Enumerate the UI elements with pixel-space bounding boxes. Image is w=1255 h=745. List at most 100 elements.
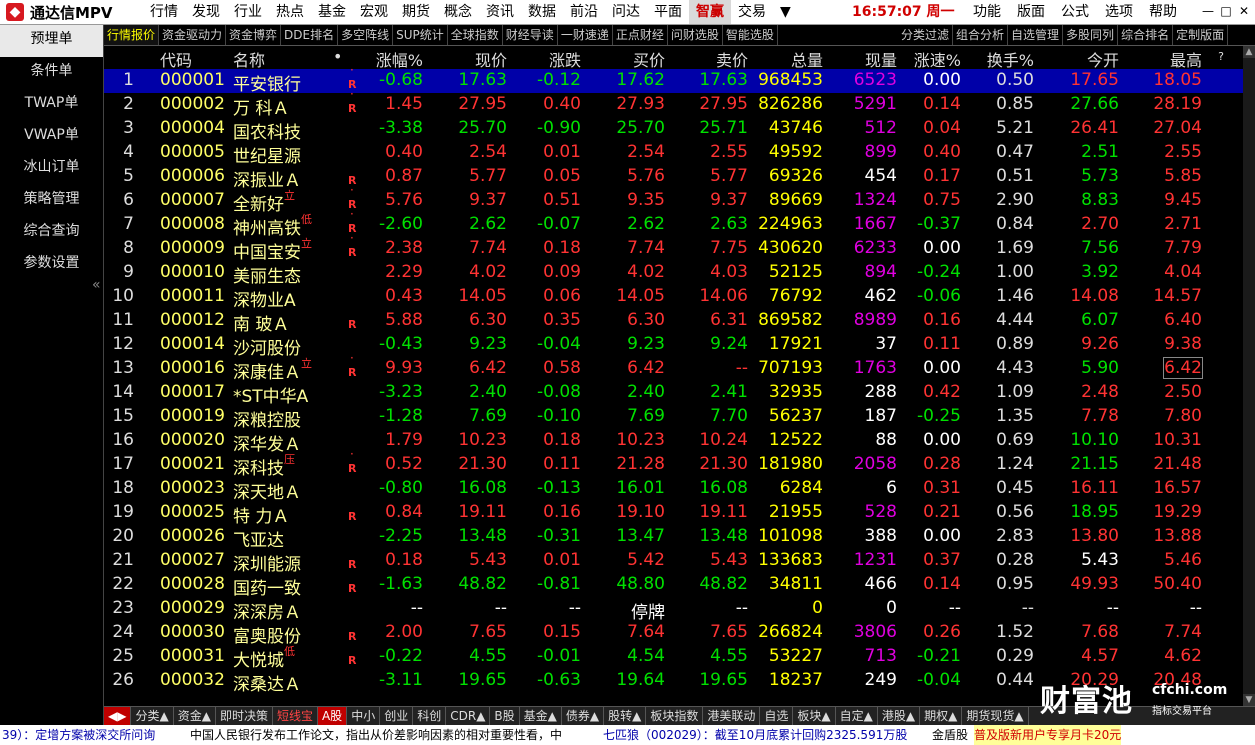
table-row[interactable]: 25 000031 大悦城低 R -0.22 4.55 -0.01 4.54 4.55 53227… xyxy=(104,645,1254,671)
sidebar-item-3[interactable]: VWAP单 xyxy=(0,121,103,153)
bottom-tab-1[interactable]: 分类▲ xyxy=(131,707,174,725)
tool-tab-4[interactable]: 综合排名 xyxy=(1118,25,1174,45)
menu-item-1[interactable]: 发现 xyxy=(185,0,227,24)
table-row[interactable]: 1 000001 平安银行 · R -0.68 17.63 -0.12 17.62 17.63 96… xyxy=(104,63,1254,95)
scroll-down-icon[interactable]: ▼ xyxy=(1243,694,1255,706)
collapse-icon[interactable]: « xyxy=(92,277,101,293)
sidebar-item-7[interactable]: 参数设置 xyxy=(0,249,103,281)
table-row[interactable]: 13 000016 深康佳Ａ 立 · R 9.93 6.42 0.58 6.42 -- 707193 1… xyxy=(104,351,1254,383)
sidebar-item-4[interactable]: 冰山订单 xyxy=(0,153,103,185)
bottom-tab-4[interactable]: 短线宝 xyxy=(273,707,318,725)
menu-item-2[interactable]: 行业 xyxy=(227,0,269,24)
sidebar-item-1[interactable]: 条件单 xyxy=(0,57,103,89)
table-row[interactable]: 4 000005 世纪星源 0.40 2.54 0.01 2.54 2.55 49592 899 0… xyxy=(104,141,1254,167)
menu-item-14[interactable]: 交易 xyxy=(731,0,773,24)
right-menu-item-2[interactable]: 公式 xyxy=(1053,0,1097,24)
ticker-item[interactable]: 七匹狼（002029）：截至10月底累计回购2325.591万股 xyxy=(603,725,907,745)
bottom-tab-11[interactable]: 基金▲ xyxy=(520,707,562,725)
tab-11[interactable]: 智能选股 xyxy=(723,25,778,45)
table-row[interactable]: 19 000025 特 力Ａ R 0.84 19.11 0.16 19.10 19.11 2195… xyxy=(104,501,1254,527)
menu-item-7[interactable]: 概念 xyxy=(437,0,479,24)
table-row[interactable]: 15 000019 深粮控股 -1.28 7.69 -0.10 7.69 7.70 56237 1… xyxy=(104,405,1254,431)
bottom-tab-14[interactable]: 板块指数 xyxy=(646,707,704,725)
table-row[interactable]: 21 000027 深圳能源 R 0.18 5.43 0.01 5.42 5.43 133683 1… xyxy=(104,549,1254,575)
bottom-tab-9[interactable]: CDR▲ xyxy=(446,707,491,725)
tool-tab-3[interactable]: 多股同列 xyxy=(1063,25,1119,45)
menu-item-11[interactable]: 问达 xyxy=(605,0,647,24)
table-row[interactable]: 12 000014 沙河股份 -0.43 9.23 -0.04 9.23 9.24 17921 3… xyxy=(104,333,1254,359)
column-header-11[interactable]: 换手% xyxy=(987,47,1034,71)
tab-1[interactable]: 资金驱动力 xyxy=(159,25,227,45)
vertical-scrollbar[interactable]: ▲ ▼ xyxy=(1243,46,1255,706)
bottom-tab-8[interactable]: 科创 xyxy=(413,707,447,725)
table-row[interactable]: 11 000012 南 玻Ａ R 5.88 6.30 0.35 6.30 6.31 869582 8… xyxy=(104,309,1254,335)
tab-9[interactable]: 正点财经 xyxy=(613,25,668,45)
table-row[interactable]: 2 000002 万 科Ａ · R 1.45 27.95 0.40 27.93 27.95 8262… xyxy=(104,87,1254,119)
column-header-6[interactable]: 买价 xyxy=(633,47,665,71)
table-row[interactable]: 18 000023 深天地Ａ -0.80 16.08 -0.13 16.01 16.08 628… xyxy=(104,477,1254,503)
menu-item-0[interactable]: 行情 xyxy=(143,0,185,24)
right-menu-item-0[interactable]: 功能 xyxy=(965,0,1009,24)
ticker-item[interactable]: 39）：定增方案被深交所问询 xyxy=(2,725,155,745)
promo-banner[interactable]: 普及版新用户专享月卡20元 xyxy=(974,725,1122,745)
tab-5[interactable]: SUP统计 xyxy=(393,25,448,45)
column-header-2[interactable]: • xyxy=(333,47,342,66)
column-header-9[interactable]: 现量 xyxy=(865,47,897,71)
tab-4[interactable]: 多空阵线 xyxy=(338,25,394,45)
ticker-item[interactable]: 中国人民银行发布工作论文，指出从价差影响因素的相对重要性看，中 xyxy=(190,725,562,745)
table-row[interactable]: 6 000007 全新好立 · R 5.76 9.37 0.51 9.35 9.37 89669 13… xyxy=(104,183,1254,215)
table-row[interactable]: 16 000020 深华发Ａ 1.79 10.23 0.18 10.23 10.24 12522… xyxy=(104,429,1254,455)
bottom-tab-10[interactable]: B股 xyxy=(490,707,520,725)
tab-2[interactable]: 资金博弈 xyxy=(226,25,282,45)
table-row[interactable]: 9 000010 美丽生态 2.29 4.02 0.09 4.02 4.03 52125 894-… xyxy=(104,261,1254,287)
menu-item-12[interactable]: 平面 xyxy=(647,0,689,24)
menu-item-10[interactable]: 前沿 xyxy=(563,0,605,24)
column-header-8[interactable]: 总量 xyxy=(791,47,823,71)
table-row[interactable]: 20 000026 飞亚达 -2.25 13.48 -0.31 13.47 13.48 1010… xyxy=(104,525,1254,551)
sidebar-item-0[interactable]: 预埋单 xyxy=(0,25,103,57)
tool-tab-0[interactable]: 分类过滤 xyxy=(898,25,954,45)
menu-item-4[interactable]: 基金 xyxy=(311,0,353,24)
table-row[interactable]: 24 000030 富奥股份 R 2.00 7.65 0.15 7.64 7.65 266824 3… xyxy=(104,621,1254,647)
bottom-tab-19[interactable]: 港股▲ xyxy=(878,707,921,725)
bottom-tab-21[interactable]: 期货现货▲ xyxy=(962,707,1029,725)
menu-item-3[interactable]: 热点 xyxy=(269,0,311,24)
bottom-tab-0[interactable]: ◀▶ xyxy=(104,707,132,725)
table-row[interactable]: 22 000028 国药一致 R -1.63 48.82 -0.81 48.80 48.82 34… xyxy=(104,573,1254,599)
bottom-tab-15[interactable]: 港美联动 xyxy=(703,707,761,725)
tab-8[interactable]: 一财速递 xyxy=(558,25,613,45)
column-header-4[interactable]: 现价 xyxy=(475,47,507,71)
bottom-tab-3[interactable]: 即时决策 xyxy=(216,707,273,725)
column-header-7[interactable]: 卖价 xyxy=(716,47,748,71)
right-menu-item-4[interactable]: 帮助 xyxy=(1141,0,1185,24)
column-header-1[interactable]: 名称 xyxy=(233,47,265,71)
tool-tab-1[interactable]: 组合分析 xyxy=(953,25,1009,45)
table-row[interactable]: 10 000011 深物业A 0.43 14.05 0.06 14.05 14.06 76792… xyxy=(104,285,1254,311)
bottom-tab-16[interactable]: 自选 xyxy=(760,707,794,725)
close-icon[interactable]: ✕ xyxy=(1237,3,1251,19)
table-row[interactable]: 14 000017 *ST中华A -3.23 2.40 -0.08 2.40 2.41 3293… xyxy=(104,381,1254,407)
column-header-13[interactable]: 最高 xyxy=(1170,47,1202,71)
bottom-tab-18[interactable]: 自定▲ xyxy=(836,707,878,725)
menu-item-6[interactable]: 期货 xyxy=(395,0,437,24)
bottom-tab-17[interactable]: 板块▲ xyxy=(793,707,836,725)
tool-tab-2[interactable]: 自选管理 xyxy=(1008,25,1064,45)
bottom-tab-13[interactable]: 股转▲ xyxy=(604,707,647,725)
tab-10[interactable]: 问财选股 xyxy=(668,25,723,45)
tab-3[interactable]: DDE排名 xyxy=(281,25,339,45)
menu-item-9[interactable]: 数据 xyxy=(521,0,563,24)
chevron-down-icon[interactable]: ▼ xyxy=(773,0,798,24)
column-header-3[interactable]: 涨幅% xyxy=(376,47,423,71)
menu-item-5[interactable]: 宏观 xyxy=(353,0,395,24)
tab-7[interactable]: 财经导读 xyxy=(503,25,558,45)
sidebar-item-5[interactable]: 策略管理 xyxy=(0,185,103,217)
minimize-icon[interactable]: — xyxy=(1201,3,1215,19)
tab-6[interactable]: 全球指数 xyxy=(448,25,503,45)
table-row[interactable]: 7 000008 神州高铁低 · R -2.60 2.62 -0.07 2.62 2.63 2249… xyxy=(104,207,1254,239)
tool-tab-5[interactable]: 定制版面 xyxy=(1173,25,1229,45)
table-row[interactable]: 23 000029 深深房Ａ -- -- -- 停牌 -- 0 0 -- -- -- -- xyxy=(104,597,1254,623)
sidebar-item-2[interactable]: TWAP单 xyxy=(0,89,103,121)
column-header-14[interactable]: ? xyxy=(1218,50,1224,63)
ticker-item[interactable]: 金盾股 xyxy=(932,725,968,745)
table-row[interactable]: 8 000009 中国宝安立 · R 2.38 7.74 0.18 7.74 7.75 430620… xyxy=(104,231,1254,263)
